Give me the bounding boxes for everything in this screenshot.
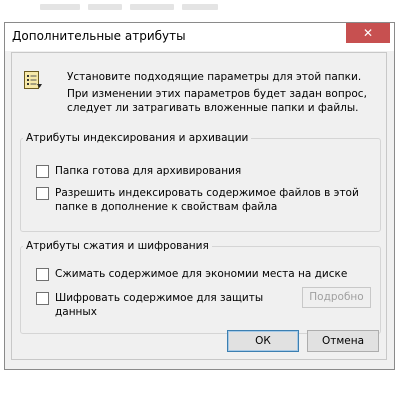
index-checkbox[interactable] [36, 187, 49, 200]
archive-checkbox-row[interactable]: Папка готова для архивирования [36, 164, 366, 178]
dialog-title: Дополнительные атрибуты [12, 29, 186, 43]
compression-group-legend: Атрибуты сжатия и шифрования [26, 240, 209, 252]
cancel-button[interactable]: Отмена [307, 330, 379, 352]
close-button[interactable]: ✕ [346, 23, 390, 43]
ok-button[interactable]: ОК [227, 330, 299, 352]
close-icon: ✕ [362, 26, 374, 40]
indexing-archive-group: Атрибуты индексирования и архивации [20, 132, 381, 232]
compress-checkbox-label[interactable]: Сжимать содержимое для экономии места на… [55, 267, 347, 281]
encrypt-checkbox-row[interactable]: Шифровать содержимое для защиты данных [36, 291, 296, 319]
folder-properties-icon [23, 70, 43, 90]
indexing-group-legend: Атрибуты индексирования и архивации [26, 132, 249, 144]
index-checkbox-row[interactable]: Разрешить индексировать содержимое файло… [36, 186, 366, 214]
info-text-secondary: При изменении этих параметров будет зада… [67, 88, 367, 114]
screen: Дополнительные атрибуты ✕ Установите под… [0, 0, 400, 400]
archive-checkbox-label[interactable]: Папка готова для архивирования [55, 164, 241, 178]
encrypt-checkbox[interactable] [36, 292, 49, 305]
compress-checkbox-row[interactable]: Сжимать содержимое для экономии места на… [36, 267, 356, 281]
background-window [0, 0, 400, 22]
details-button[interactable]: Подробно [302, 287, 371, 308]
archive-checkbox[interactable] [36, 165, 49, 178]
advanced-attributes-dialog: Дополнительные атрибуты ✕ Установите под… [4, 22, 395, 370]
title-bar[interactable]: Дополнительные атрибуты ✕ [5, 23, 394, 51]
index-checkbox-label[interactable]: Разрешить индексировать содержимое файло… [55, 186, 366, 214]
info-text-primary: Установите подходящие параметры для этой… [67, 71, 362, 83]
compress-checkbox[interactable] [36, 268, 49, 281]
encrypt-checkbox-label[interactable]: Шифровать содержимое для защиты данных [55, 291, 296, 319]
